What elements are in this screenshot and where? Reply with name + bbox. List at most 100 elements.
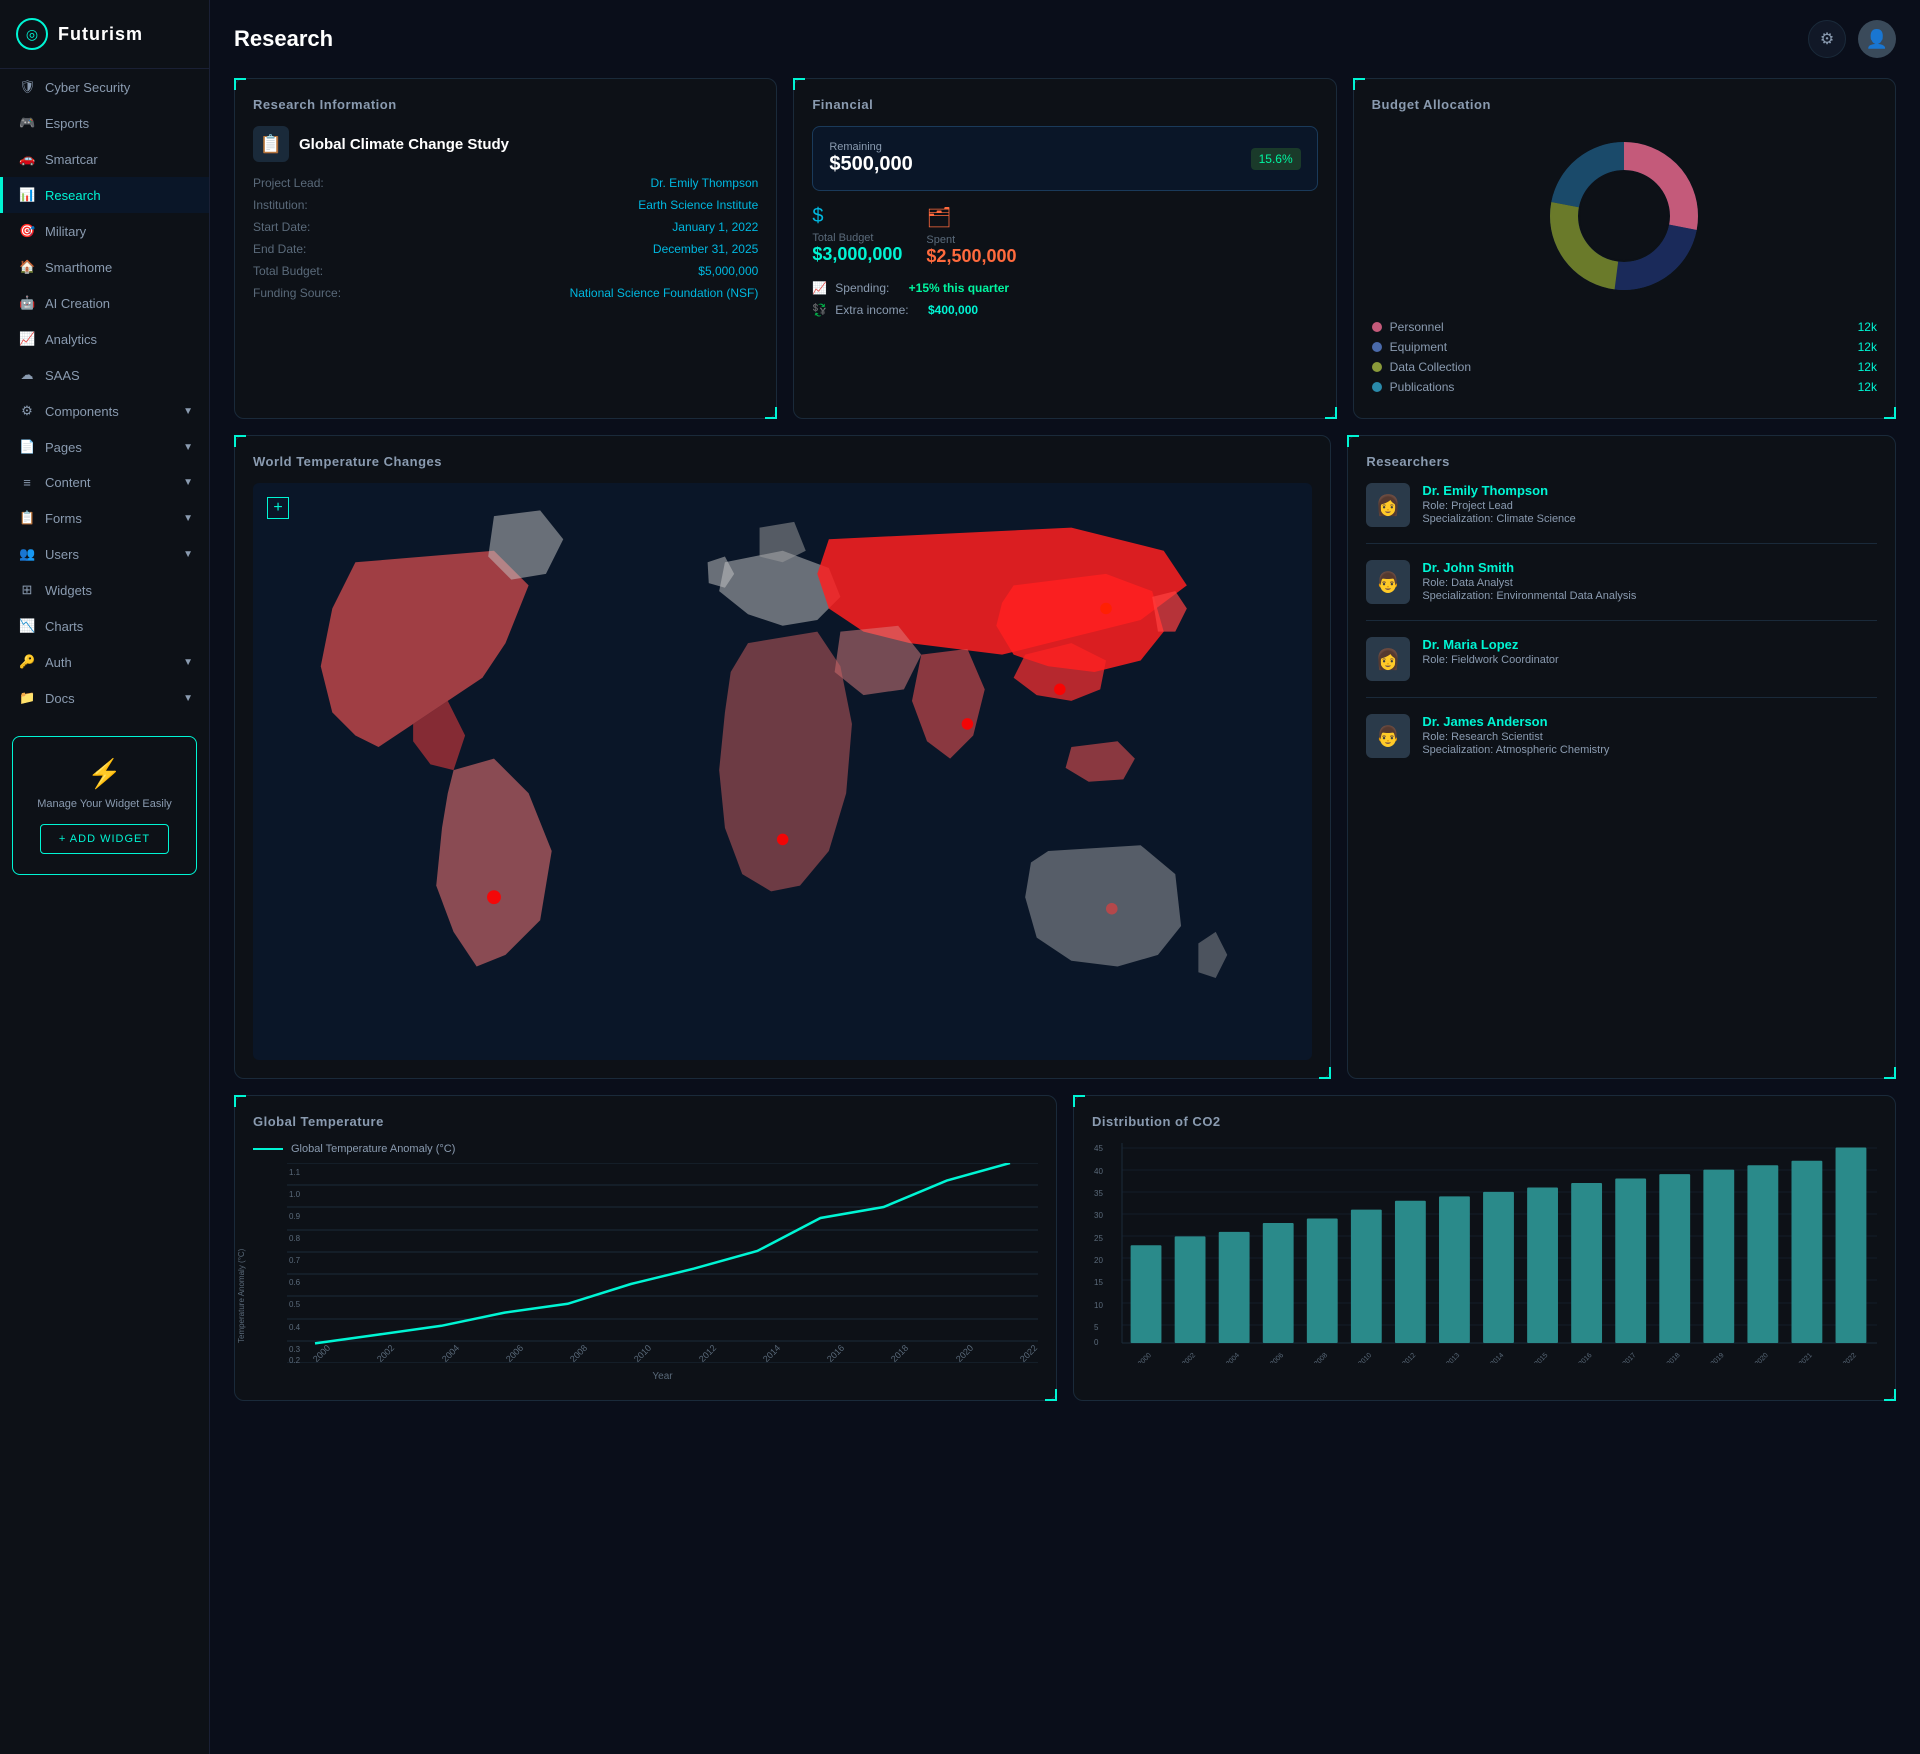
sidebar-item-widgets[interactable]: ⊞ Widgets (0, 572, 209, 608)
nav-label-ai-creation: AI Creation (45, 296, 110, 311)
svg-text:0.2: 0.2 (289, 1356, 301, 1363)
info-value: January 1, 2022 (672, 220, 758, 234)
svg-text:0.8: 0.8 (289, 1234, 301, 1243)
researcher-item: 👩 Dr. Emily Thompson Role: Project Lead … (1366, 483, 1877, 544)
extra-income-label: Extra income: (835, 303, 908, 317)
svg-text:2016: 2016 (1578, 1352, 1594, 1363)
svg-text:2013: 2013 (1445, 1352, 1461, 1363)
svg-text:1.1: 1.1 (289, 1168, 301, 1177)
extra-income-stat: 💱 Extra income: $400,000 (812, 303, 1317, 317)
temp-chart-area: 1.1 1.0 0.9 0.8 0.7 0.6 0.5 0.4 0.3 0.2 (287, 1163, 1038, 1363)
sidebar-item-forms[interactable]: 📋 Forms ▼ (0, 500, 209, 536)
svg-text:2006: 2006 (1269, 1352, 1285, 1363)
settings-button[interactable]: ⚙ (1808, 20, 1846, 58)
legend-label-text: Publications (1372, 380, 1455, 394)
co2-chart-wrapper: 45 40 35 30 25 20 15 10 5 0 (1092, 1143, 1877, 1366)
info-row: Total Budget: $5,000,000 (253, 264, 758, 278)
svg-text:40: 40 (1094, 1167, 1103, 1176)
spent-icon: 🗂 (926, 205, 1016, 230)
nav-label-military: Military (45, 224, 86, 239)
info-value: National Science Foundation (NSF) (570, 286, 759, 300)
researcher-item: 👩 Dr. Maria Lopez Role: Fieldwork Coordi… (1366, 637, 1877, 698)
researcher-spec: Specialization: Atmospheric Chemistry (1422, 744, 1609, 756)
legend-dot (1372, 342, 1382, 352)
nav-label-saas: SAAS (45, 368, 80, 383)
sidebar-item-content[interactable]: ≡ Content ▼ (0, 465, 209, 500)
extra-income-value: $400,000 (928, 303, 978, 317)
remaining-pct: 15.6% (1251, 148, 1301, 170)
page-title: Research (234, 26, 333, 52)
nav-icon-esports: 🎮 (19, 115, 35, 131)
temp-chart-inner: 1.1 1.0 0.9 0.8 0.7 0.6 0.5 0.4 0.3 0.2 (287, 1163, 1038, 1382)
add-widget-button[interactable]: + ADD WIDGET (40, 824, 169, 854)
sidebar-item-components[interactable]: ⚙ Components ▼ (0, 393, 209, 429)
researcher-spec: Specialization: Environmental Data Analy… (1422, 590, 1636, 602)
y-axis: Temperature Anomaly (°C) (253, 1163, 281, 1382)
sidebar-item-analytics[interactable]: 📈 Analytics (0, 321, 209, 357)
researcher-name: Dr. John Smith (1422, 560, 1636, 575)
spending-value: +15% this quarter (909, 281, 1009, 295)
researcher-avatar: 👩 (1366, 483, 1410, 527)
svg-text:2021: 2021 (1798, 1352, 1814, 1363)
svg-text:2015: 2015 (1534, 1352, 1550, 1363)
info-label: Project Lead: (253, 176, 324, 190)
sidebar-item-docs[interactable]: 📁 Docs ▼ (0, 680, 209, 716)
researcher-info: Dr. James Anderson Role: Research Scient… (1422, 714, 1609, 756)
nav-label-charts: Charts (45, 619, 83, 634)
nav-label-pages: Pages (45, 440, 82, 455)
researcher-info: Dr. John Smith Role: Data Analyst Specia… (1422, 560, 1636, 602)
legend-label-text: Personnel (1372, 320, 1444, 334)
nav-label-forms: Forms (45, 511, 82, 526)
sidebar-item-esports[interactable]: 🎮 Esports (0, 105, 209, 141)
nav-label-analytics: Analytics (45, 332, 97, 347)
legend-line (253, 1148, 283, 1150)
info-value: Dr. Emily Thompson (651, 176, 759, 190)
nav-icon-components: ⚙ (19, 403, 35, 419)
sidebar-item-ai-creation[interactable]: 🤖 AI Creation (0, 285, 209, 321)
nav-label-cyber-security: Cyber Security (45, 80, 130, 95)
sidebar-item-pages[interactable]: 📄 Pages ▼ (0, 429, 209, 465)
nav-icon-ai-creation: 🤖 (19, 295, 35, 311)
legend-dot (1372, 322, 1382, 332)
nav-label-users: Users (45, 547, 79, 562)
nav-label-components: Components (45, 404, 119, 419)
chevron-icon-pages: ▼ (183, 442, 193, 453)
svg-text:2018: 2018 (1666, 1352, 1682, 1363)
nav-icon-auth: 🔑 (19, 654, 35, 670)
sidebar-item-smartcar[interactable]: 🚗 Smartcar (0, 141, 209, 177)
sidebar-item-users[interactable]: 👥 Users ▼ (0, 536, 209, 572)
svg-text:2008: 2008 (1313, 1352, 1329, 1363)
widget-box: ⚡ Manage Your Widget Easily + ADD WIDGET (12, 736, 197, 875)
financial-card: Financial Remaining $500,000 15.6% $ Tot… (793, 78, 1336, 419)
logo-area: ◎ Futurism (0, 0, 209, 69)
researcher-avatar: 👨 (1366, 560, 1410, 604)
sidebar-item-auth[interactable]: 🔑 Auth ▼ (0, 644, 209, 680)
svg-text:2012: 2012 (1401, 1352, 1417, 1363)
donut-chart (1534, 126, 1714, 306)
sidebar-item-charts[interactable]: 📉 Charts (0, 608, 209, 644)
chart-legend: Global Temperature Anomaly (°C) (253, 1143, 1038, 1155)
sidebar-item-cyber-security[interactable]: 🛡 Cyber Security (0, 69, 209, 105)
nav-label-docs: Docs (45, 691, 75, 706)
sidebar-item-military[interactable]: 🎯 Military (0, 213, 209, 249)
svg-text:10: 10 (1094, 1301, 1103, 1310)
chart-icon: 📈 (812, 281, 827, 295)
researcher-avatar: 👨 (1366, 714, 1410, 758)
info-label: Total Budget: (253, 264, 323, 278)
researcher-role: Role: Research Scientist (1422, 731, 1609, 743)
nav-icon-saas: ☁ (19, 367, 35, 383)
svg-text:0: 0 (1094, 1338, 1099, 1347)
sidebar-item-smarthome[interactable]: 🏠 Smarthome (0, 249, 209, 285)
researcher-role: Role: Data Analyst (1422, 577, 1636, 589)
nav-icon-analytics: 📈 (19, 331, 35, 347)
budget-title: Budget Allocation (1372, 97, 1877, 112)
map-zoom-button[interactable]: + (267, 497, 289, 519)
income-icon: 💱 (812, 303, 827, 317)
avatar[interactable]: 👤 (1858, 20, 1896, 58)
spent-label: Spent (926, 234, 1016, 246)
sidebar-item-research[interactable]: 📊 Research (0, 177, 209, 213)
sidebar-item-saas[interactable]: ☁ SAAS (0, 357, 209, 393)
financial-title: Financial (812, 97, 1317, 112)
chevron-icon-auth: ▼ (183, 657, 193, 668)
nav-label-content: Content (45, 475, 91, 490)
